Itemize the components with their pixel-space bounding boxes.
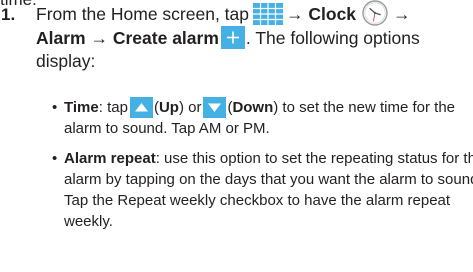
time-line-1: Time: tap (Up) or (Down) to set the new …	[64, 96, 471, 118]
step-1-instructions: From the Home screen, tap → Clock → Alar…	[36, 0, 471, 74]
up-label: Up	[158, 99, 179, 116]
step-number: 1.	[1, 5, 16, 24]
clock-label: Clock	[308, 4, 357, 24]
up-arrow-icon	[129, 96, 153, 118]
repeat-line-3: Tap the Repeat weekly checkbox to have t…	[64, 192, 451, 210]
down-tail-text: ) to set the new time for the	[273, 99, 456, 116]
bullet-marker: •	[52, 149, 58, 167]
time-text-tap: : tap	[98, 99, 128, 116]
clock-icon	[359, 0, 391, 27]
arrow-1: →	[286, 4, 304, 24]
step-line-2: Alarm → Create alarm . The following opt…	[36, 25, 471, 51]
down-label: Down	[232, 99, 274, 116]
plus-icon	[220, 25, 245, 49]
repeat-line-1: Alarm repeat: use this option to set the…	[64, 148, 473, 169]
apps-grid-icon	[253, 2, 283, 25]
list-item-alarm-repeat: • Alarm repeat: use this option to set t…	[51, 148, 473, 233]
alarm-repeat-label: Alarm repeat	[64, 149, 156, 167]
up-close-text: ) or	[178, 99, 202, 116]
down-arrow-icon	[203, 96, 227, 118]
list-item-time: • Time: tap (Up) or (Down) to set the ne…	[51, 96, 471, 140]
step-text-home: From the Home screen, tap	[36, 4, 249, 24]
bullet-marker: •	[52, 99, 58, 116]
options-list: • Time: tap (Up) or (Down) to set the ne…	[51, 96, 473, 233]
alarm-label: Alarm	[36, 27, 86, 48]
repeat-line-4: weekly.	[64, 213, 113, 231]
time-label: Time	[64, 99, 99, 116]
create-alarm-label: Create alarm	[112, 27, 219, 48]
repeat-line-1-text: : use this option to set the repeating s…	[155, 149, 473, 167]
step-line-1: From the Home screen, tap → Clock →	[36, 0, 471, 27]
time-line-2: alarm to sound. Tap AM or PM.	[64, 120, 270, 138]
step-text-options: . The following options	[245, 27, 420, 48]
arrow-2: →	[393, 4, 411, 24]
repeat-line-2: alarm by tapping on the days that you wa…	[64, 170, 473, 188]
step-line-3: display:	[36, 51, 96, 71]
arrow-3: →	[90, 27, 108, 48]
